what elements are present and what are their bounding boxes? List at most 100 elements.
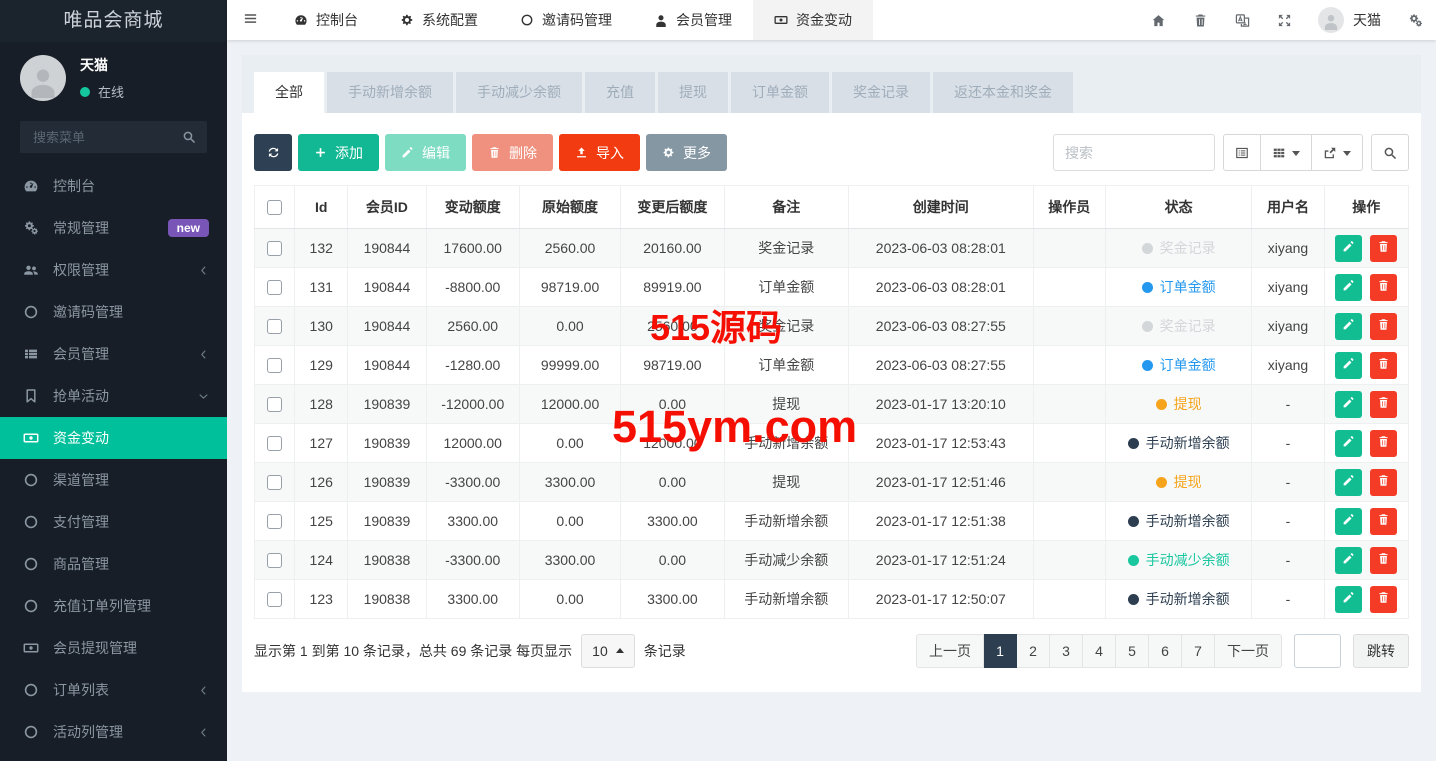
- row-delete-button[interactable]: [1370, 546, 1398, 574]
- row-edit-button[interactable]: [1335, 273, 1363, 301]
- add-button[interactable]: 添加: [298, 134, 379, 171]
- more-button[interactable]: 更多: [646, 134, 727, 171]
- filter-tab-2[interactable]: 手动减少余额: [456, 72, 582, 113]
- row-delete-button[interactable]: [1370, 312, 1398, 340]
- row-edit-button[interactable]: [1335, 585, 1363, 613]
- row-delete-button[interactable]: [1370, 468, 1398, 496]
- refresh-button[interactable]: [254, 134, 292, 171]
- settings-gear-icon[interactable]: [1394, 0, 1436, 40]
- filter-tab-3[interactable]: 充值: [585, 72, 655, 113]
- row-delete-button[interactable]: [1370, 234, 1398, 262]
- table-search-input[interactable]: [1053, 134, 1215, 171]
- jump-page-input[interactable]: [1294, 634, 1341, 668]
- translate-icon[interactable]: [1221, 0, 1263, 40]
- fullscreen-icon[interactable]: [1263, 0, 1305, 40]
- sidebar-item-1[interactable]: 常规管理 new: [0, 207, 227, 249]
- row-checkbox[interactable]: [267, 553, 283, 569]
- export-button[interactable]: [1312, 134, 1363, 171]
- filter-tab-1[interactable]: 手动新增余额: [327, 72, 453, 113]
- page-button-7[interactable]: 7: [1182, 634, 1215, 668]
- sidebar-item-6[interactable]: 资金变动: [0, 417, 227, 459]
- page-size-select[interactable]: 10: [581, 634, 635, 668]
- advanced-search-button[interactable]: [1371, 134, 1409, 171]
- sidebar-item-11[interactable]: 会员提现管理: [0, 627, 227, 669]
- cell-original-amount: 0.00: [518, 306, 622, 346]
- sidebar-item-9[interactable]: 商品管理: [0, 543, 227, 585]
- row-checkbox[interactable]: [267, 475, 283, 491]
- jump-button[interactable]: 跳转: [1353, 634, 1409, 668]
- sidebar-item-2[interactable]: 权限管理: [0, 249, 227, 291]
- filter-tab-7[interactable]: 返还本金和奖金: [933, 72, 1073, 113]
- row-edit-button[interactable]: [1335, 546, 1363, 574]
- row-edit-button[interactable]: [1335, 468, 1363, 496]
- row-edit-button[interactable]: [1335, 312, 1363, 340]
- page-button-3[interactable]: 3: [1050, 634, 1083, 668]
- row-delete-button[interactable]: [1370, 429, 1398, 457]
- page-button-2[interactable]: 2: [1017, 634, 1050, 668]
- page-button-6[interactable]: 6: [1149, 634, 1182, 668]
- topbar-tab-1[interactable]: 系统配置: [379, 0, 499, 40]
- row-edit-button[interactable]: [1335, 234, 1363, 262]
- row-edit-button[interactable]: [1335, 390, 1363, 418]
- filter-tab-5[interactable]: 订单金额: [731, 72, 829, 113]
- trash-icon: [1377, 396, 1390, 412]
- row-checkbox[interactable]: [267, 397, 283, 413]
- sidebar-item-10[interactable]: 充值订单列管理: [0, 585, 227, 627]
- row-delete-button[interactable]: [1370, 507, 1398, 535]
- sidebar-item-8[interactable]: 支付管理: [0, 501, 227, 543]
- row-checkbox[interactable]: [267, 514, 283, 530]
- cell-original-amount: 0.00: [518, 579, 622, 619]
- row-checkbox[interactable]: [267, 436, 283, 452]
- detail-view-button[interactable]: [1223, 134, 1261, 171]
- column-header: 用户名: [1251, 185, 1325, 229]
- sidebar-item-4[interactable]: 会员管理: [0, 333, 227, 375]
- cell-original-amount: 3300.00: [518, 462, 622, 502]
- topbar-tab-2[interactable]: 邀请码管理: [499, 0, 633, 40]
- select-all-checkbox[interactable]: [267, 200, 283, 216]
- sidebar-item-12[interactable]: 订单列表: [0, 669, 227, 711]
- row-checkbox[interactable]: [267, 241, 283, 257]
- topbar-tab-4[interactable]: 资金变动: [753, 0, 873, 40]
- sidebar-item-7[interactable]: 渠道管理: [0, 459, 227, 501]
- row-delete-button[interactable]: [1370, 585, 1398, 613]
- page-button-4[interactable]: 4: [1083, 634, 1116, 668]
- topbar-user[interactable]: 天猫: [1305, 7, 1394, 33]
- import-button[interactable]: 导入: [559, 134, 640, 171]
- sidebar-item-5[interactable]: 抢单活动: [0, 375, 227, 417]
- page-button-5[interactable]: 5: [1116, 634, 1149, 668]
- row-delete-button[interactable]: [1370, 351, 1398, 379]
- user-meta: 天猫 在线: [80, 55, 124, 101]
- delete-button[interactable]: 删除: [472, 134, 553, 171]
- columns-button[interactable]: [1261, 134, 1312, 171]
- status-badge: 提现: [1155, 472, 1202, 492]
- filter-tab-0[interactable]: 全部: [254, 72, 324, 113]
- row-delete-button[interactable]: [1370, 390, 1398, 418]
- page-button-1[interactable]: 1: [984, 634, 1017, 668]
- pagination-summary-suffix: 条记录: [643, 643, 686, 659]
- next-page-button[interactable]: 下一页: [1215, 634, 1282, 668]
- row-delete-button[interactable]: [1370, 273, 1398, 301]
- edit-button[interactable]: 编辑: [385, 134, 466, 171]
- toolbar: 添加 编辑 删除 导入 更多: [242, 113, 1421, 180]
- row-edit-button[interactable]: [1335, 351, 1363, 379]
- row-edit-button[interactable]: [1335, 429, 1363, 457]
- cell-member-id: 190839: [347, 501, 427, 541]
- trash-icon[interactable]: [1179, 0, 1221, 40]
- topbar-tab-0[interactable]: 控制台: [273, 0, 379, 40]
- row-edit-button[interactable]: [1335, 507, 1363, 535]
- row-checkbox[interactable]: [267, 358, 283, 374]
- row-checkbox[interactable]: [267, 319, 283, 335]
- sidebar-toggle-button[interactable]: [227, 0, 273, 40]
- sidebar-search-input[interactable]: [31, 128, 182, 146]
- sidebar-menu: 控制台 常规管理 new 权限管理 邀请码管理 会员管理 抢单活动 资金变动 渠…: [0, 163, 227, 761]
- topbar-tab-3[interactable]: 会员管理: [633, 0, 753, 40]
- home-icon[interactable]: [1137, 0, 1179, 40]
- prev-page-button[interactable]: 上一页: [916, 634, 984, 668]
- row-checkbox[interactable]: [267, 592, 283, 608]
- sidebar-item-13[interactable]: 活动列管理: [0, 711, 227, 753]
- row-checkbox[interactable]: [267, 280, 283, 296]
- sidebar-item-0[interactable]: 控制台: [0, 165, 227, 207]
- filter-tab-6[interactable]: 奖金记录: [832, 72, 930, 113]
- filter-tab-4[interactable]: 提现: [658, 72, 728, 113]
- sidebar-item-3[interactable]: 邀请码管理: [0, 291, 227, 333]
